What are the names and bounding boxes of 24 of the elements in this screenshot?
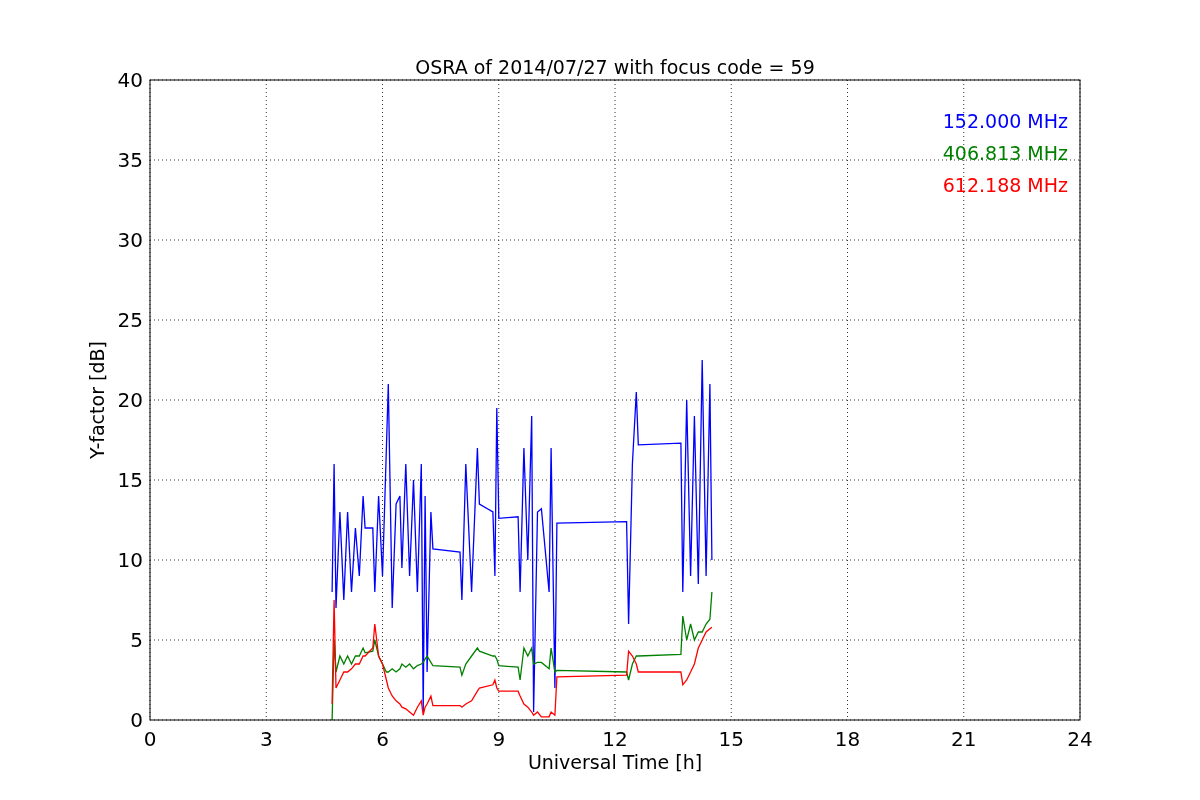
legend-entry: 406.813 MHz — [942, 142, 1068, 164]
axis-label: Universal Time [h] — [527, 751, 703, 773]
tick-label: 3 — [259, 727, 273, 751]
tick-label: 30 — [117, 228, 143, 252]
legend-entry: 612.188 MHz — [942, 174, 1068, 196]
tick-label: 0 — [130, 708, 143, 732]
tick-label: 0 — [143, 727, 157, 751]
tick-label: 40 — [117, 68, 143, 92]
tick-label: 15 — [718, 727, 744, 751]
tick-label: 18 — [834, 727, 861, 751]
tick-label: 12 — [602, 727, 628, 751]
tick-label: 6 — [376, 727, 389, 751]
tick-label: 21 — [951, 727, 977, 751]
tick-label: 15 — [117, 468, 143, 492]
tick-label: 24 — [1067, 727, 1093, 751]
tick-label: 20 — [117, 388, 143, 412]
tick-label: 25 — [117, 308, 143, 332]
tick-label: 5 — [130, 628, 143, 652]
chart-title: OSRA of 2014/07/27 with focus code = 59 — [415, 56, 815, 78]
axis-label: Y-factor [dB] — [86, 341, 108, 459]
tick-label: 9 — [492, 727, 506, 751]
tick-label: 35 — [117, 148, 143, 172]
tick-label: 10 — [117, 548, 143, 572]
legend-entry: 152.000 MHz — [942, 110, 1068, 132]
